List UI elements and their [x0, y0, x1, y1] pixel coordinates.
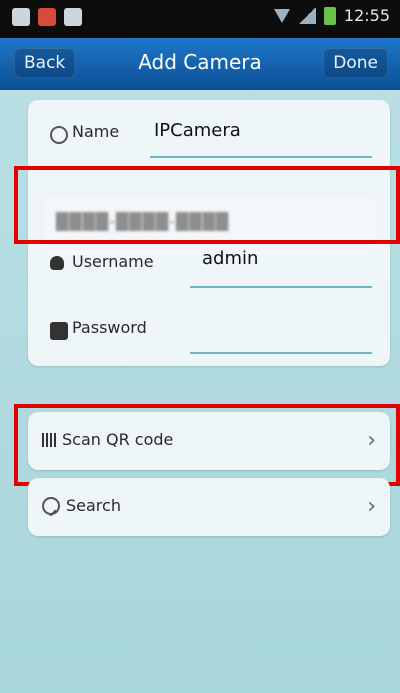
- name-underline: [150, 156, 372, 158]
- app-header: Back Add Camera Done: [0, 38, 400, 90]
- signal-icon: [297, 7, 316, 24]
- password-label: Password: [72, 318, 147, 337]
- password-field: Password: [46, 310, 372, 360]
- wifi-icon: [273, 8, 290, 23]
- search-left: Search: [42, 496, 121, 515]
- search-icon: [42, 496, 60, 515]
- highlight-scan-qr: [14, 404, 400, 486]
- status-time: 12:55: [343, 6, 390, 25]
- lock-icon: [50, 322, 68, 340]
- battery-icon: [323, 6, 336, 25]
- status-left: [12, 8, 82, 26]
- name-field: Name IPCamera: [46, 114, 372, 164]
- game-icon: [64, 8, 82, 26]
- password-underline: [190, 352, 372, 354]
- user-icon: [50, 256, 64, 270]
- notification-icon: [38, 8, 56, 26]
- highlight-camera-id: [14, 166, 400, 244]
- status-bar: 12:55: [0, 0, 400, 38]
- name-input[interactable]: IPCamera: [154, 120, 241, 141]
- username-input[interactable]: admin: [202, 248, 258, 269]
- username-label: Username: [72, 252, 154, 271]
- username-field: Username admin: [46, 244, 372, 294]
- name-label: Name: [72, 122, 120, 141]
- search-button[interactable]: Search ›: [28, 478, 390, 536]
- username-underline: [190, 286, 372, 288]
- done-button[interactable]: Done: [323, 48, 388, 78]
- chevron-right-icon: ›: [367, 494, 376, 519]
- status-right: 12:55: [273, 6, 390, 25]
- app-icon: [12, 8, 30, 26]
- camera-icon: [50, 126, 68, 144]
- search-label: Search: [66, 496, 121, 515]
